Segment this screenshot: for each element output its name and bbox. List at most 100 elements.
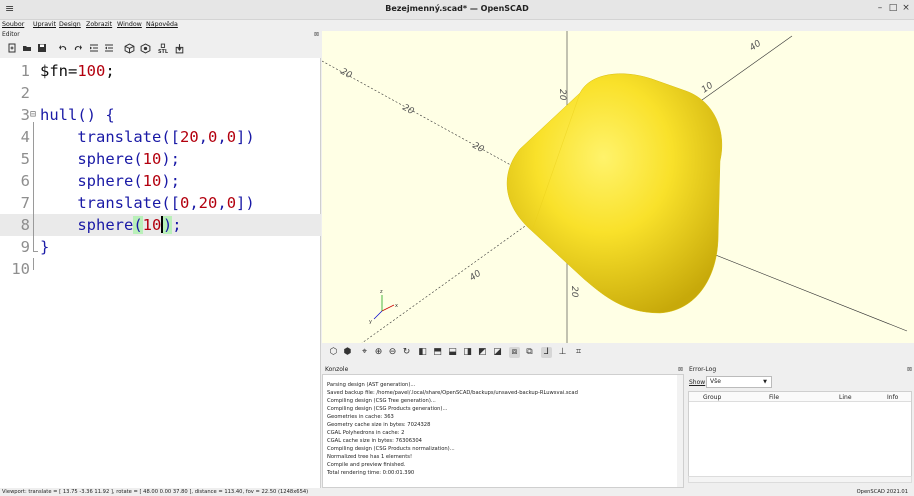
render-icon[interactable]: ⬢: [342, 347, 353, 358]
console-message: Normalized tree has 1 elements!: [327, 454, 413, 460]
editor-toolbar: STL: [0, 40, 321, 57]
view-right-icon[interactable]: ◧: [417, 347, 428, 358]
show-scale-icon[interactable]: ⊥: [557, 347, 568, 358]
column-header-group[interactable]: Group: [703, 394, 721, 401]
console-message: Total rendering time: 0:00:01.390: [327, 470, 415, 476]
code-text: sphere(10);: [40, 216, 182, 234]
console-message: Parsing design (AST generation)...: [327, 382, 416, 388]
console-message: Compiling design (CSG Products normaliza…: [327, 446, 455, 452]
save-icon[interactable]: [37, 43, 47, 53]
line-number: 9: [20, 238, 30, 256]
maximize-button[interactable]: □: [887, 3, 899, 13]
fold-toggle-icon[interactable]: ⊟: [30, 104, 38, 126]
line-number: 5: [20, 150, 30, 168]
status-bar: Viewport: translate = [ 13.75 -3.36 11.9…: [0, 488, 914, 496]
console-scrollbar[interactable]: [677, 375, 683, 487]
export-stl-icon[interactable]: STL: [158, 43, 169, 55]
menu-upravit[interactable]: Upravit: [33, 21, 56, 28]
view-left-icon[interactable]: ◨: [462, 347, 473, 358]
fold-range-end: [33, 251, 38, 252]
axis-label: 40: [468, 269, 483, 284]
chevron-down-icon: ▼: [763, 379, 767, 385]
view-back-icon[interactable]: ◪: [492, 347, 503, 358]
menu-soubor[interactable]: Soubor: [2, 21, 24, 28]
errorlog-close-icon[interactable]: ⊠: [907, 366, 912, 373]
code-text: hull() {: [40, 106, 115, 124]
redo-icon[interactable]: [73, 43, 83, 53]
editor-close-icon[interactable]: ⊠: [314, 31, 319, 38]
view-toolbar: ⬡ ⬢ ⌖ ⊕ ⊖ ↻ ◧ ⬒ ⬓ ◨ ◩ ◪ ⧈ ⧉ ⅃ ⊥ ⌗: [322, 343, 914, 363]
svg-text:y: y: [369, 319, 372, 325]
line-number: 7: [20, 194, 30, 212]
code-line: 3 ⊟ hull() {: [0, 104, 321, 126]
viewport-render: 20 40 10 20 20 20 40 20 x z y: [322, 31, 908, 343]
view-all-icon[interactable]: ⌖: [359, 347, 370, 358]
line-number: 2: [20, 84, 30, 102]
code-text: }: [40, 238, 50, 256]
code-line: 1 $fn=100;: [0, 60, 321, 82]
axis-label: 20: [339, 67, 354, 81]
axis-label: 20: [471, 141, 486, 155]
show-filter-select[interactable]: Vše ▼: [706, 376, 772, 388]
open-file-icon[interactable]: [22, 43, 32, 53]
column-header-line[interactable]: Line: [839, 394, 852, 401]
render-icon[interactable]: [140, 43, 151, 54]
reset-view-icon[interactable]: ↻: [401, 347, 412, 358]
menu-window[interactable]: Window: [117, 21, 142, 28]
code-editor[interactable]: 1 $fn=100; 2 3 ⊟ hull() { 4 translate([2…: [0, 58, 321, 488]
code-text: translate([20,0,0]): [40, 128, 255, 146]
console-message: Compiling design (CSG Tree generation)..…: [327, 398, 436, 404]
console-close-icon[interactable]: ⊠: [678, 366, 683, 373]
openscad-window: ≡ Bezejmenný.scad* — OpenSCAD – □ × Soub…: [0, 0, 914, 496]
axis-label: 20: [569, 286, 579, 298]
minimize-button[interactable]: –: [874, 3, 886, 13]
view-bottom-icon[interactable]: ⬓: [447, 347, 458, 358]
view-top-icon[interactable]: ⬒: [432, 347, 443, 358]
new-file-icon[interactable]: [7, 43, 17, 53]
zoom-in-icon[interactable]: ⊕: [373, 347, 384, 358]
axis-label: 20: [557, 89, 567, 101]
line-number: 10: [11, 260, 30, 278]
menu-napoveda[interactable]: Nápověda: [146, 21, 178, 28]
3d-viewport[interactable]: 20 40 10 20 20 20 40 20 x z y: [322, 31, 914, 343]
close-button[interactable]: ×: [900, 3, 912, 13]
console-output[interactable]: Parsing design (AST generation)... Saved…: [322, 374, 684, 488]
axis-label: 40: [748, 39, 763, 54]
svg-text:STL: STL: [158, 49, 169, 54]
menu-zobrazit[interactable]: Zobrazit: [86, 21, 112, 28]
show-filter-label: Show: [689, 379, 706, 386]
show-edges-icon[interactable]: ⌗: [573, 347, 584, 358]
axis-label: 10: [700, 81, 715, 96]
console-panel-title: Konzole: [325, 366, 349, 373]
perspective-icon[interactable]: ⧈: [509, 347, 520, 358]
line-number: 1: [20, 62, 30, 80]
axes-gizmo: x z y: [369, 289, 398, 325]
code-line: 9 }: [0, 236, 321, 258]
send-to-print-icon[interactable]: [174, 43, 184, 54]
code-line: 6 sphere(10);: [0, 170, 321, 192]
line-number: 4: [20, 128, 30, 146]
code-line: 2: [0, 82, 321, 104]
errorlog-table[interactable]: Group File Line Info: [688, 391, 912, 483]
unindent-icon[interactable]: [104, 43, 114, 53]
preview-icon[interactable]: ⬡: [328, 347, 339, 358]
orthogonal-icon[interactable]: ⧉: [524, 347, 535, 358]
indent-icon[interactable]: [89, 43, 99, 53]
menu-design[interactable]: Design: [59, 21, 81, 28]
code-text: translate([0,20,0]): [40, 194, 255, 212]
zoom-out-icon[interactable]: ⊖: [387, 347, 398, 358]
preview-icon[interactable]: [124, 43, 135, 54]
console-message: Compiling design (CSG Products generatio…: [327, 406, 448, 412]
undo-icon[interactable]: [58, 43, 68, 53]
view-front-icon[interactable]: ◩: [477, 347, 488, 358]
line-number: 8: [20, 216, 30, 234]
code-text: $fn=100;: [40, 62, 115, 80]
errorlog-horizontal-scrollbar[interactable]: [688, 476, 912, 483]
console-message: Compile and preview finished.: [327, 462, 406, 468]
code-line: 10: [0, 258, 321, 280]
column-header-file[interactable]: File: [769, 394, 779, 401]
console-message: Geometries in cache: 363: [327, 414, 394, 420]
column-header-info[interactable]: Info: [887, 394, 898, 401]
show-axes-icon[interactable]: ⅃: [541, 347, 552, 358]
code-text: sphere(10);: [40, 172, 180, 190]
